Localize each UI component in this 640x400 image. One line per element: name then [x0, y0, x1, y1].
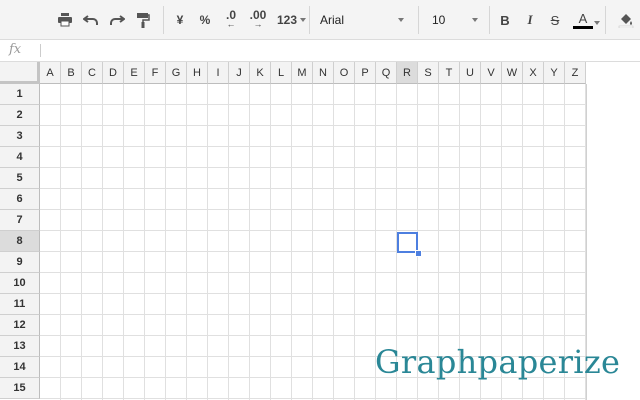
chevron-down-icon	[300, 18, 306, 22]
fill-handle[interactable]	[415, 250, 422, 257]
column-header-z[interactable]: Z	[565, 62, 586, 84]
undo-icon	[83, 15, 98, 25]
column-header-o[interactable]: O	[334, 62, 355, 84]
paint-roller-icon	[137, 13, 150, 28]
fill-color-button[interactable]	[614, 8, 638, 32]
more-formats-label: 123	[276, 13, 298, 27]
row-header-4[interactable]: 4	[0, 147, 40, 168]
column-header-h[interactable]: H	[187, 62, 208, 84]
toolbar-separator	[418, 6, 419, 34]
decrease-decimal-button[interactable]: .0 ←	[220, 8, 242, 32]
column-header-n[interactable]: N	[313, 62, 334, 84]
row-header-10[interactable]: 10	[0, 273, 40, 294]
formula-bar: fx	[0, 40, 640, 62]
row-header-14[interactable]: 14	[0, 357, 40, 378]
paint-bucket-icon	[618, 14, 634, 28]
column-header-v[interactable]: V	[481, 62, 502, 84]
font-family-value: Arial	[320, 13, 345, 27]
column-header-e[interactable]: E	[124, 62, 145, 84]
toolbar-separator	[489, 6, 490, 34]
font-size-value: 10	[432, 13, 446, 27]
row-header-8[interactable]: 8	[0, 231, 40, 252]
column-header-p[interactable]: P	[355, 62, 376, 84]
font-family-select[interactable]: Arial	[320, 8, 410, 32]
strikethrough-button[interactable]: S	[545, 8, 565, 32]
toolbar: ¥ % .0 ← .00 → 123 Arial 10 B I S A	[0, 0, 640, 40]
column-header-u[interactable]: U	[460, 62, 481, 84]
column-header-x[interactable]: X	[523, 62, 544, 84]
column-header-j[interactable]: J	[229, 62, 250, 84]
column-header-l[interactable]: L	[271, 62, 292, 84]
column-header-d[interactable]: D	[103, 62, 124, 84]
column-header-s[interactable]: S	[418, 62, 439, 84]
column-header-c[interactable]: C	[82, 62, 103, 84]
column-header-r[interactable]: R	[397, 62, 418, 84]
row-header-2[interactable]: 2	[0, 105, 40, 126]
print-button[interactable]	[54, 8, 76, 32]
row-header-7[interactable]: 7	[0, 210, 40, 231]
print-icon	[58, 13, 72, 27]
select-all-corner[interactable]	[0, 62, 40, 84]
column-header-y[interactable]: Y	[544, 62, 565, 84]
formula-divider	[40, 44, 41, 57]
row-header-13[interactable]: 13	[0, 336, 40, 357]
row-header-9[interactable]: 9	[0, 252, 40, 273]
arrow-left-icon: ←	[226, 19, 236, 29]
fx-label: fx	[9, 42, 22, 57]
row-header-12[interactable]: 12	[0, 315, 40, 336]
text-color-swatch	[573, 25, 593, 29]
row-header-11[interactable]: 11	[0, 294, 40, 315]
undo-button[interactable]	[80, 8, 102, 32]
bold-button[interactable]: B	[495, 8, 515, 32]
column-header-m[interactable]: M	[292, 62, 313, 84]
redo-icon	[110, 15, 125, 25]
brand-logo-text: Graphpaperize	[375, 343, 621, 381]
toolbar-separator	[605, 6, 606, 34]
arrow-right-icon: →	[253, 19, 263, 29]
increase-decimal-button[interactable]: .00 →	[246, 8, 270, 32]
column-header-g[interactable]: G	[166, 62, 187, 84]
more-formats-button[interactable]: 123	[272, 8, 306, 32]
chevron-down-icon	[472, 18, 478, 22]
column-header-k[interactable]: K	[250, 62, 271, 84]
toolbar-separator	[163, 6, 164, 34]
column-header-q[interactable]: Q	[376, 62, 397, 84]
chevron-down-icon	[398, 18, 404, 22]
column-header-a[interactable]: A	[40, 62, 61, 84]
row-header-3[interactable]: 3	[0, 126, 40, 147]
font-size-select[interactable]: 10	[432, 8, 484, 32]
text-color-button[interactable]: A	[570, 8, 600, 32]
row-header-6[interactable]: 6	[0, 189, 40, 210]
column-header-t[interactable]: T	[439, 62, 460, 84]
column-header-w[interactable]: W	[502, 62, 523, 84]
percent-format-button[interactable]: %	[195, 8, 215, 32]
toolbar-separator	[309, 6, 310, 34]
text-color-label: A	[578, 10, 588, 26]
chevron-down-icon	[594, 21, 600, 25]
column-header-i[interactable]: I	[208, 62, 229, 84]
column-header-f[interactable]: F	[145, 62, 166, 84]
currency-format-button[interactable]: ¥	[170, 8, 190, 32]
italic-button[interactable]: I	[520, 8, 540, 32]
row-header-15[interactable]: 15	[0, 378, 40, 399]
row-header-1[interactable]: 1	[0, 84, 40, 105]
paint-format-button[interactable]	[132, 8, 154, 32]
column-header-b[interactable]: B	[61, 62, 82, 84]
redo-button[interactable]	[106, 8, 128, 32]
row-header-5[interactable]: 5	[0, 168, 40, 189]
formula-input[interactable]	[46, 43, 636, 59]
